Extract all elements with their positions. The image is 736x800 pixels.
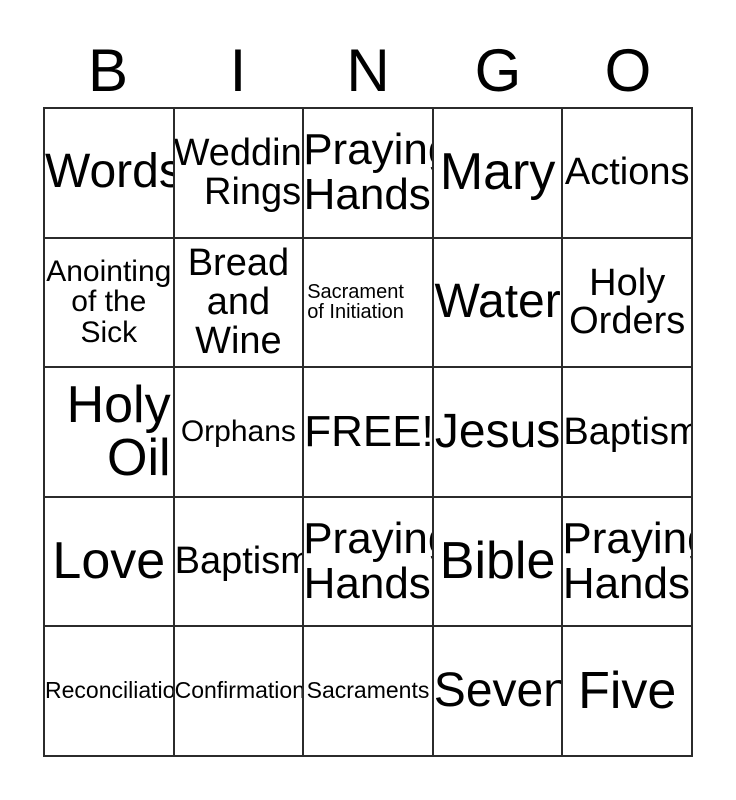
bingo-cell-label: FREE! (304, 406, 434, 456)
bingo-cell-label: Orphans (180, 414, 296, 448)
bingo-cell-b3[interactable]: Holy Oil (45, 368, 175, 498)
bingo-cell-label: Sacrament of Initiation (307, 281, 404, 324)
bingo-cell-label: Actions (564, 151, 690, 194)
bingo-cell-label: Mary (439, 143, 556, 202)
bingo-cell-label: Five (578, 661, 677, 720)
bingo-cell-o5[interactable]: Five (563, 627, 693, 757)
bingo-cell-label: Jesus (434, 404, 561, 458)
bingo-cell-label: Baptism (563, 410, 693, 453)
bingo-cell-b1[interactable]: Words (45, 109, 175, 239)
bingo-cell-g4[interactable]: Bible (433, 497, 564, 628)
bingo-cell-label: Water (434, 274, 561, 328)
bingo-grid: Words Wedding Rings Praying Hands Mary A… (43, 107, 693, 757)
bingo-cell-g1[interactable]: Mary (433, 109, 564, 239)
header-letter-b: B (87, 37, 129, 104)
header-letter-i: I (229, 37, 247, 104)
bingo-cell-g5[interactable]: Seven (433, 627, 564, 757)
header-letter-o: O (604, 37, 652, 104)
bingo-cell-label: Words (45, 145, 175, 199)
bingo-cell-label: Seven (433, 663, 564, 717)
bingo-cell-o4[interactable]: Praying Hands (563, 497, 693, 628)
bingo-cell-o2[interactable]: Holy Orders (563, 238, 693, 369)
bingo-cell-label: Holy Oil (66, 375, 171, 487)
bingo-cell-n2[interactable]: Sacrament of Initiation (304, 238, 434, 369)
header-letter-g: G (474, 37, 522, 104)
bingo-cell-i3[interactable]: Orphans (174, 368, 305, 498)
bingo-header: B I N G O (43, 30, 693, 102)
bingo-cell-label: Praying Hands (304, 513, 432, 608)
bingo-cell-label: Bible (439, 532, 556, 591)
bingo-cell-label: Praying Hands (563, 513, 691, 608)
bingo-cell-label: Sacraments (306, 677, 430, 704)
bingo-cell-i1[interactable]: Wedding Rings (174, 109, 305, 239)
bingo-cell-g2[interactable]: Water (433, 238, 564, 369)
bingo-cell-i5[interactable]: Confirmation (174, 627, 305, 757)
bingo-cell-label: Confirmation (174, 677, 305, 704)
bingo-cell-i2[interactable]: Bread and Wine (174, 238, 305, 369)
bingo-cell-label: Baptism (174, 540, 305, 583)
bingo-cell-n5[interactable]: Sacraments (304, 627, 434, 757)
bingo-cell-label: Love (52, 532, 166, 591)
bingo-cell-label: Holy Orders (569, 261, 686, 343)
bingo-cell-n4[interactable]: Praying Hands (304, 497, 434, 628)
bingo-cell-label: Reconciliation (45, 677, 175, 704)
bingo-cell-label: Wedding Rings (174, 132, 303, 213)
bingo-cell-label: Praying Hands (304, 124, 432, 219)
bingo-cell-b4[interactable]: Love (45, 497, 175, 628)
bingo-cell-b5[interactable]: Reconciliation (45, 627, 175, 757)
bingo-cell-g3[interactable]: Jesus (433, 368, 564, 498)
bingo-cell-i4[interactable]: Baptism (174, 497, 305, 628)
bingo-cell-free-space[interactable]: FREE! (304, 368, 434, 498)
bingo-cell-n1[interactable]: Praying Hands (304, 109, 434, 239)
bingo-cell-o3[interactable]: Baptism (563, 368, 693, 498)
header-letter-n: N (346, 37, 390, 104)
bingo-cell-b2[interactable]: Anointing of the Sick (45, 238, 175, 369)
bingo-cell-label: Bread and Wine (187, 242, 290, 362)
bingo-cell-o1[interactable]: Actions (563, 109, 693, 239)
bingo-cell-label: Anointing of the Sick (46, 254, 172, 349)
bingo-card: B I N G O Words Wedding Rings Praying Ha… (0, 0, 736, 800)
